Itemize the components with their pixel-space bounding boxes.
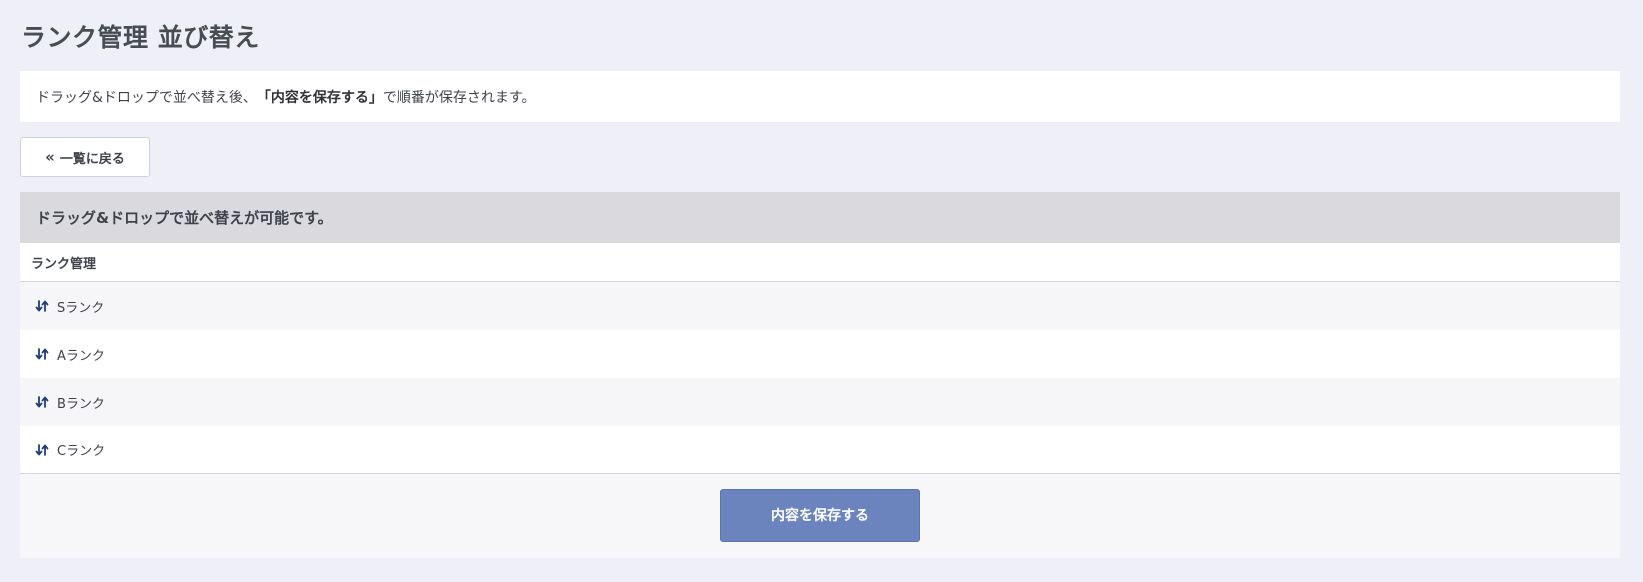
panel-header: ドラッグ&ドロップで並べ替えが可能です。 [20, 192, 1620, 243]
double-chevron-left-icon: « [45, 147, 55, 166]
save-button[interactable]: 内容を保存する [720, 488, 920, 542]
instruction-notice: ドラッグ&ドロップで並べ替え後、 「内容を保存する」 で順番が保存されます。 [20, 71, 1620, 122]
notice-prefix: ドラッグ&ドロップで並べ替え後、 [36, 89, 257, 106]
rank-row-b[interactable]: Bランク [20, 378, 1620, 426]
back-to-list-button[interactable]: « 一覧に戻る [20, 137, 150, 177]
notice-suffix: で順番が保存されます。 [382, 89, 536, 106]
sort-panel: ドラッグ&ドロップで並べ替えが可能です。 ランク管理 Sランク Aランク Bラン… [20, 192, 1620, 558]
rank-row-s[interactable]: Sランク [20, 282, 1620, 330]
sort-arrows-icon [35, 396, 49, 408]
notice-emphasis: 「内容を保存する」 [256, 89, 383, 106]
column-header: ランク管理 [20, 243, 1620, 282]
sort-arrows-icon [35, 443, 49, 456]
rank-label: Sランク [57, 300, 105, 316]
page-title: ランク管理 並び替え [21, 23, 260, 52]
sort-arrows-icon [35, 300, 49, 312]
back-button-label: 一覧に戻る [59, 151, 125, 167]
sort-arrows-icon [35, 348, 49, 360]
rank-row-a[interactable]: Aランク [20, 330, 1620, 378]
rank-label: Bランク [57, 396, 105, 412]
panel-footer: 内容を保存する [20, 474, 1620, 556]
rank-label: Aランク [57, 348, 105, 364]
rank-row-c[interactable]: Cランク [20, 426, 1620, 474]
rank-label: Cランク [57, 444, 106, 459]
